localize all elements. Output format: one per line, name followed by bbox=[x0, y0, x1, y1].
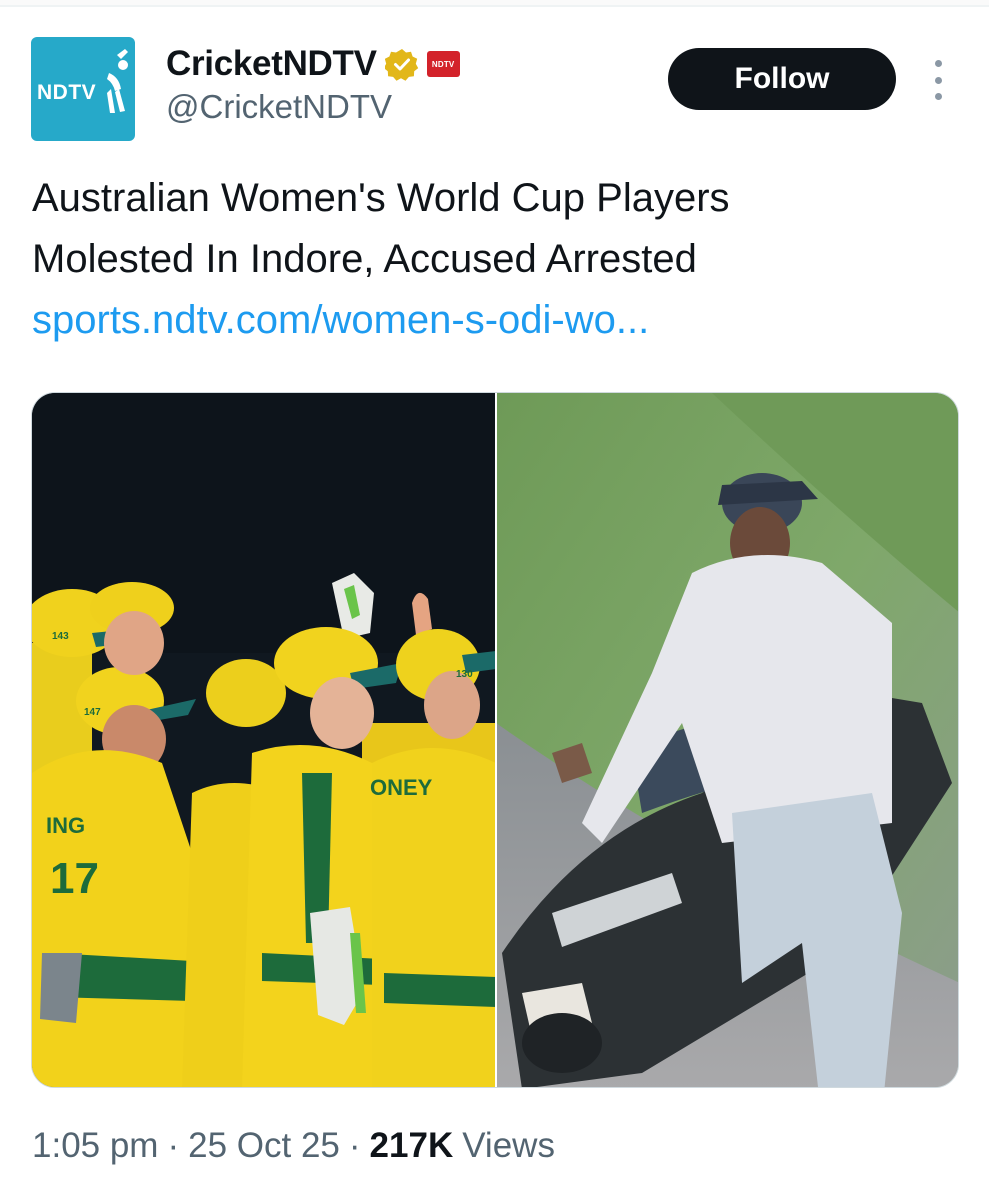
tweet-date[interactable]: 25 Oct 25 bbox=[188, 1126, 340, 1166]
jersey-number-left: 17 bbox=[50, 854, 99, 903]
cap-number-2: 147 bbox=[84, 707, 101, 718]
views-label: Views bbox=[462, 1126, 555, 1165]
cap-number-1: 143 bbox=[52, 631, 69, 642]
views-count: 217K bbox=[369, 1126, 454, 1165]
team-celebration-photo: ING 17 ONEY 143 147 130 bbox=[32, 393, 496, 1087]
account-name-row[interactable]: CricketNDTV NDTV bbox=[166, 42, 460, 86]
accused-rider-photo bbox=[496, 393, 958, 1087]
cap-number-3: 130 bbox=[456, 669, 473, 680]
meta-separator: · bbox=[167, 1126, 180, 1165]
tweet[interactable]: NDTV CricketNDTV NDTV @CricketNDTV Follo… bbox=[0, 0, 989, 1200]
account-handle[interactable]: @CricketNDTV bbox=[166, 88, 392, 126]
tweet-text: Australian Women's World Cup Players Mol… bbox=[32, 168, 932, 351]
display-name[interactable]: CricketNDTV bbox=[166, 44, 377, 84]
tweet-headline-line-1: Australian Women's World Cup Players bbox=[32, 176, 730, 220]
more-options-icon[interactable] bbox=[926, 60, 950, 100]
avatar-logo-text: NDTV bbox=[37, 81, 97, 104]
tweet-link[interactable]: sports.ndtv.com/women-s-odi-wo... bbox=[32, 290, 932, 351]
tweet-time[interactable]: 1:05 pm bbox=[32, 1126, 158, 1166]
verified-badge-icon bbox=[384, 49, 418, 81]
jersey-name-right: ONEY bbox=[370, 775, 433, 800]
account-avatar[interactable]: NDTV bbox=[31, 37, 135, 141]
follow-button[interactable]: Follow bbox=[668, 48, 896, 110]
tweet-meta: 1:05 pm · 25 Oct 25 · 217K Views bbox=[32, 1126, 555, 1166]
tweet-headline-line-2: Molested In Indore, Accused Arrested bbox=[32, 237, 697, 281]
jersey-name-left: ING bbox=[46, 813, 85, 838]
meta-separator: · bbox=[348, 1126, 361, 1165]
tweet-media[interactable]: ING 17 ONEY 143 147 130 bbox=[31, 392, 959, 1088]
affiliate-badge: NDTV bbox=[426, 51, 460, 77]
